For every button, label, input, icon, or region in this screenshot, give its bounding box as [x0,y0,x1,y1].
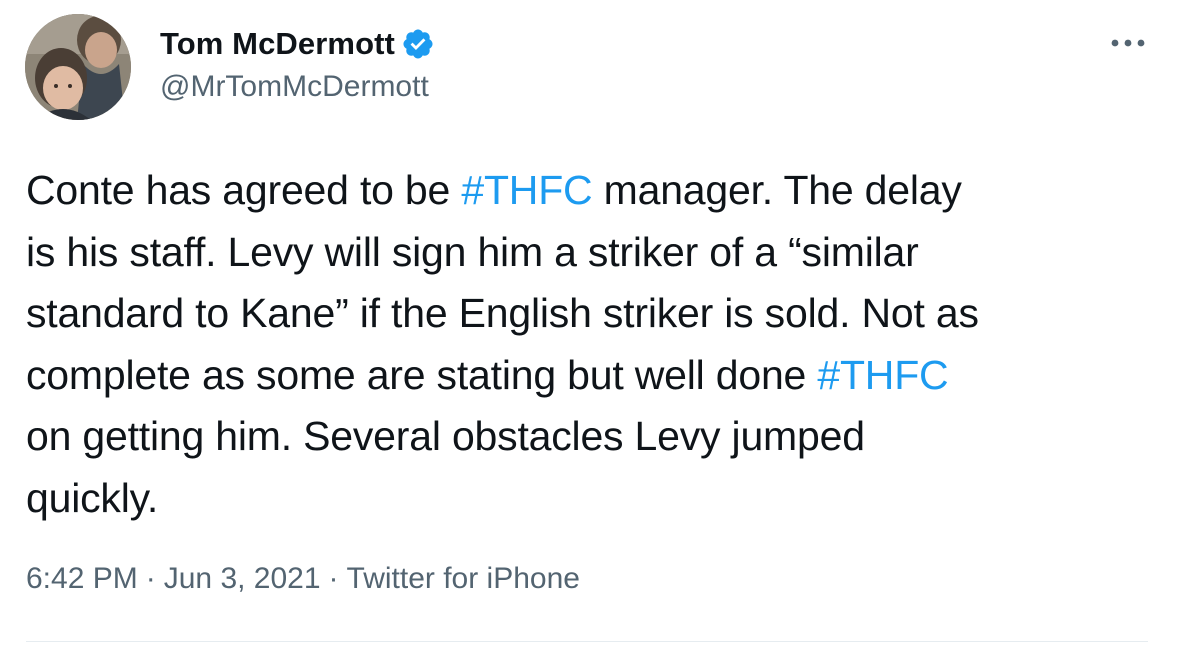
tweet-text: Conte has agreed to be #THFC manager. Th… [26,160,1166,529]
verified-badge-icon [401,27,435,61]
tweet-time[interactable]: 6:42 PM [26,562,138,596]
tweet-meta: 6:42 PM · Jun 3, 2021 · Twitter for iPho… [26,562,580,596]
more-options-button[interactable] [1108,30,1148,56]
tweet-text-segment: Conte has agreed to be [26,167,462,213]
hashtag-link[interactable]: #THFC [817,352,948,398]
hashtag-link[interactable]: #THFC [461,167,592,213]
more-dots-icon [1111,39,1145,47]
divider [26,641,1148,642]
avatar-photo [25,14,131,120]
meta-separator: · [145,562,156,595]
tweet-text-segment: on getting him. Several obstacles Levy j… [26,413,865,521]
user-handle[interactable]: @MrTomMcDermott [160,70,429,104]
name-row: Tom McDermott [160,24,435,64]
display-name[interactable]: Tom McDermott [160,26,395,62]
avatar[interactable] [25,14,131,120]
tweet-card: Tom McDermott @MrTomMcDermott Conte has … [0,0,1188,664]
tweet-date[interactable]: Jun 3, 2021 [164,562,321,596]
meta-separator: · [328,562,339,595]
tweet-source[interactable]: Twitter for iPhone [347,562,580,596]
